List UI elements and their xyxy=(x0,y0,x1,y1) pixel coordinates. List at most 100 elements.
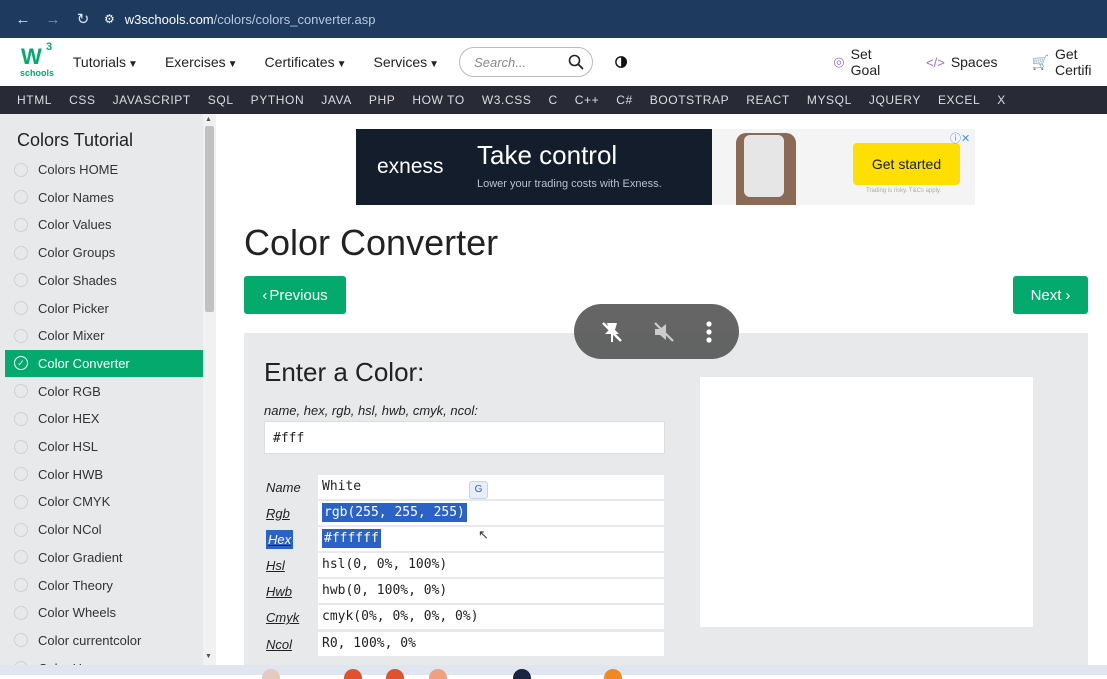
ad-close-icon[interactable]: ⓘ✕ xyxy=(950,130,970,146)
sidebar-item-label: Color HWB xyxy=(38,466,104,482)
spaces-link[interactable]: </> Spaces xyxy=(926,54,998,70)
check-circle-icon xyxy=(14,550,28,565)
menu-label: Services xyxy=(373,54,428,70)
search-icon[interactable] xyxy=(568,54,584,70)
os-taskbar xyxy=(0,665,1107,675)
advertisement-banner[interactable]: exness Take control Lower your trading c… xyxy=(356,129,975,205)
dark-mode-toggle-icon[interactable] xyxy=(615,55,628,69)
ad-cta-button[interactable]: Get started xyxy=(853,143,960,185)
result-label[interactable]: Rgb xyxy=(266,506,290,521)
scroll-down-icon[interactable]: ▼ xyxy=(205,653,212,660)
sidebar-item[interactable]: Color Groups xyxy=(5,239,203,266)
result-label[interactable]: Hex xyxy=(266,530,294,549)
sidebar-item[interactable]: Color CMYK xyxy=(5,488,203,515)
w3schools-logo[interactable]: W 3 schools xyxy=(0,38,56,86)
subnav-item[interactable]: W3.CSS xyxy=(474,93,541,107)
subnav-item[interactable]: HTML xyxy=(0,93,61,107)
pin-off-icon[interactable] xyxy=(599,319,625,345)
subnav-item[interactable]: EXCEL xyxy=(930,93,989,107)
check-circle-icon xyxy=(14,467,28,482)
sidebar-item[interactable]: Color Picker xyxy=(5,295,203,322)
sidebar-item[interactable]: ✓ Color Converter xyxy=(5,349,203,377)
check-circle-icon xyxy=(14,578,28,592)
reload-icon[interactable]: ↻ xyxy=(68,10,98,28)
subnav-item[interactable]: SQL xyxy=(200,93,243,107)
sidebar-item[interactable]: Color Shades xyxy=(5,267,203,294)
site-settings-icon[interactable]: ⚙ xyxy=(104,12,115,26)
scrollbar-thumb[interactable] xyxy=(205,126,214,312)
sidebar-item[interactable]: Color Mixer xyxy=(5,322,203,349)
top-navigation: W 3 schools Tutorials ▼ Exercises ▼ Certif… xyxy=(0,38,1107,86)
translate-icon[interactable]: G xyxy=(469,481,488,499)
sidebar-item[interactable]: Colors HOME xyxy=(5,156,203,183)
subnav-item[interactable]: PHP xyxy=(361,93,404,107)
result-value[interactable]: hsl(0, 0%, 100%) xyxy=(318,553,664,577)
subnav-item[interactable]: REACT xyxy=(738,93,799,107)
sidebar-item-label: Color Shades xyxy=(38,272,117,288)
previous-button[interactable]: ‹ Previous xyxy=(244,276,346,314)
result-value[interactable]: White xyxy=(318,475,664,499)
sidebar-item[interactable]: Color Names xyxy=(5,184,203,211)
sidebar-item[interactable]: Color Wheels xyxy=(5,599,203,626)
menu-tutorials[interactable]: Tutorials ▼ xyxy=(73,54,138,70)
subnav-item[interactable]: CSS xyxy=(61,93,104,107)
subnav-item[interactable]: X xyxy=(989,93,1015,107)
result-value[interactable]: R0, 100%, 0% xyxy=(318,632,664,656)
scroll-up-icon[interactable]: ▲ xyxy=(205,116,212,123)
result-label[interactable]: Ncol xyxy=(266,637,292,652)
check-circle-icon xyxy=(14,522,28,537)
subnav-item[interactable]: HOW TO xyxy=(404,93,474,107)
color-input[interactable]: #fff xyxy=(264,421,665,454)
sidebar-item[interactable]: Color Hues xyxy=(5,655,203,665)
sidebar-item[interactable]: Color currentcolor xyxy=(5,627,203,654)
search-input[interactable]: Search... xyxy=(459,47,594,77)
sidebar-item[interactable]: Color Gradient xyxy=(5,544,203,571)
result-label[interactable]: Hwb xyxy=(266,584,292,599)
sidebar-item[interactable]: Color HSL xyxy=(5,433,203,460)
check-circle-icon: ✓ xyxy=(14,356,28,371)
subnav-item[interactable]: BOOTSTRAP xyxy=(642,93,738,107)
search-placeholder: Search... xyxy=(474,54,527,70)
next-button[interactable]: Next › xyxy=(1013,276,1088,314)
subnav-item[interactable]: PYTHON xyxy=(243,93,314,107)
caret-down-icon: ▼ xyxy=(227,59,238,70)
subnav-item[interactable]: C xyxy=(540,93,566,107)
menu-exercises[interactable]: Exercises ▼ xyxy=(165,54,238,70)
subnav-item[interactable]: JAVA xyxy=(313,93,361,107)
result-value[interactable]: #ffffff xyxy=(318,527,664,551)
result-value[interactable]: cmyk(0%, 0%, 0%, 0%) xyxy=(318,605,664,629)
result-label[interactable]: Cmyk xyxy=(266,610,299,625)
menu-services[interactable]: Services ▼ xyxy=(373,54,439,70)
sidebar-item[interactable]: Color Values xyxy=(5,211,203,238)
get-certified-link[interactable]: 🛒 Get Certifi xyxy=(1032,46,1107,78)
set-goal-label: Set Goal xyxy=(850,46,881,78)
result-value[interactable]: hwb(0, 100%, 0%) xyxy=(318,579,664,603)
sidebar-item-label: Color Names xyxy=(38,189,114,205)
result-value-text: cmyk(0%, 0%, 0%, 0%) xyxy=(322,609,479,624)
subnav-item[interactable]: C++ xyxy=(567,93,608,107)
sidebar-item[interactable]: Color Theory xyxy=(5,572,203,599)
mute-icon[interactable] xyxy=(651,319,677,345)
url-path: /colors/colors_converter.asp xyxy=(213,11,376,27)
check-circle-icon xyxy=(14,301,28,315)
menu-certificates[interactable]: Certificates ▼ xyxy=(265,54,347,70)
caret-down-icon: ▼ xyxy=(336,59,347,70)
forward-icon[interactable]: → xyxy=(38,11,68,28)
subnav-item[interactable]: JAVASCRIPT xyxy=(105,93,200,107)
address-bar[interactable]: ⚙ w3schools.com/colors/colors_converter.… xyxy=(104,12,376,27)
result-label[interactable]: Hsl xyxy=(266,558,285,573)
more-vertical-icon[interactable] xyxy=(704,319,714,345)
set-goal-link[interactable]: ◎ Set Goal xyxy=(833,46,896,78)
check-circle-icon xyxy=(14,439,28,454)
back-icon[interactable]: ← xyxy=(8,11,38,28)
sidebar-item[interactable]: Color HEX xyxy=(5,405,203,432)
sidebar-item[interactable]: Color NCol xyxy=(5,516,203,543)
subnav-item[interactable]: MYSQL xyxy=(799,93,861,107)
result-value[interactable]: rgb(255, 255, 255) xyxy=(318,501,664,525)
sidebar-item[interactable]: Color HWB xyxy=(5,461,203,488)
subnav-item[interactable]: C# xyxy=(608,93,642,107)
subnav-item[interactable]: JQUERY xyxy=(861,93,930,107)
sidebar-item[interactable]: Color RGB xyxy=(5,378,203,405)
result-value-text: hwb(0, 100%, 0%) xyxy=(322,583,448,598)
check-circle-icon xyxy=(14,384,28,399)
